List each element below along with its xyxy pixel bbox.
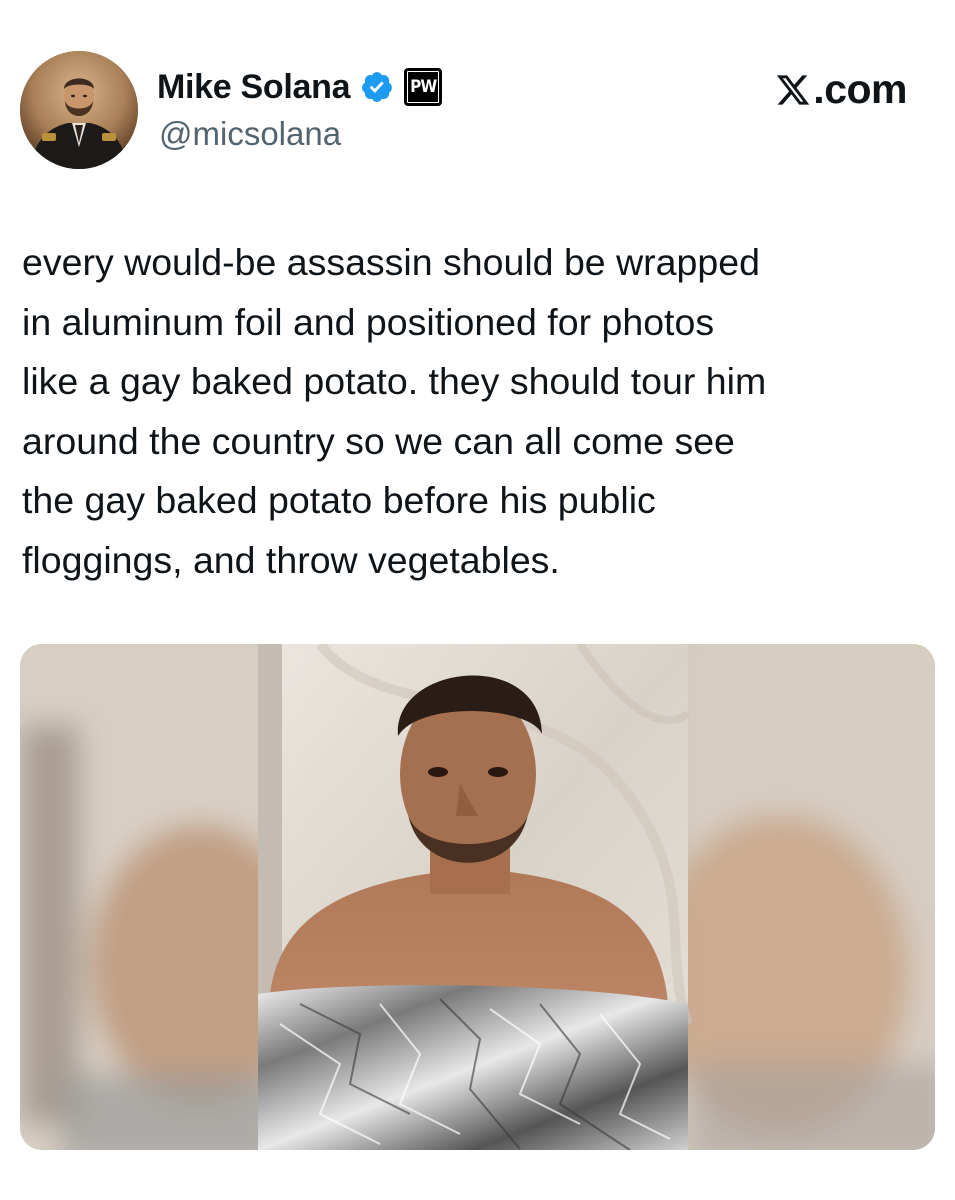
media-photo	[20, 644, 935, 1150]
display-name[interactable]: Mike Solana	[157, 68, 351, 107]
avatar[interactable]	[20, 51, 138, 169]
tweet-text: every would-be assassin should be wrappe…	[22, 241, 767, 581]
site-label: .com	[775, 66, 907, 113]
handle[interactable]: @micsolana	[159, 115, 341, 153]
affiliation-badge[interactable]: PW	[404, 68, 443, 106]
x-logo-icon	[777, 74, 810, 105]
tweet-media[interactable]	[20, 644, 935, 1150]
verified-badge-icon	[362, 72, 393, 102]
avatar-portrait	[20, 51, 138, 169]
author-row: Mike Solana PW	[157, 62, 443, 112]
site-text: .com	[813, 66, 907, 112]
